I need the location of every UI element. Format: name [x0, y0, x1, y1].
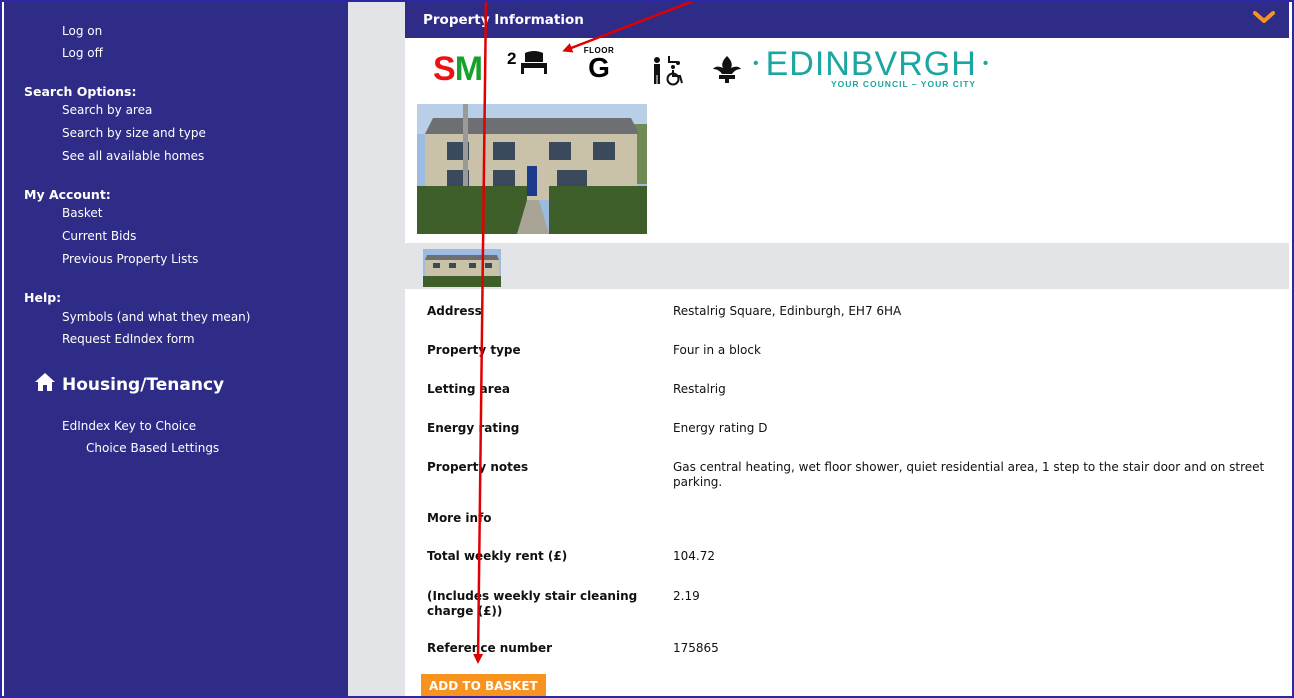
housing-tenancy-label: Housing/Tenancy — [62, 374, 225, 395]
detail-value-reference-number: 175865 — [673, 641, 719, 655]
current-bids-link[interactable]: Current Bids — [62, 229, 136, 243]
chevron-down-icon[interactable] — [1253, 10, 1275, 29]
home-icon — [34, 372, 56, 397]
log-off-link[interactable]: Log off — [62, 46, 103, 60]
previous-lists-link[interactable]: Previous Property Lists — [62, 252, 198, 266]
bedroom-count: 2 — [507, 49, 517, 68]
floor-value: G — [588, 52, 610, 83]
brand-name: EDINBVRGH — [765, 45, 977, 83]
property-photo[interactable] — [417, 104, 647, 234]
detail-label-more-info[interactable]: More info — [427, 511, 492, 526]
detail-label-letting-area: Letting area — [427, 382, 510, 396]
my-account-heading: My Account: — [24, 187, 111, 202]
choice-based-lettings-link[interactable]: Choice Based Lettings — [86, 441, 219, 455]
basket-link[interactable]: Basket — [62, 206, 102, 220]
detail-value-address: Restalrig Square, Edinburgh, EH7 6HA — [673, 304, 902, 318]
search-options-heading: Search Options: — [24, 84, 137, 99]
floor-symbol: FLOOR G — [577, 46, 621, 83]
panel-title: Property Information — [423, 12, 584, 28]
detail-label-energy-rating: Energy rating — [427, 421, 520, 435]
help-heading: Help: — [24, 290, 62, 305]
sm-symbol: SM — [433, 50, 483, 89]
panel-header[interactable]: Property Information — [405, 0, 1289, 38]
detail-label-stair-cleaning: (Includes weekly stair cleaning charge (… — [427, 589, 638, 618]
detail-value-weekly-rent: 104.72 — [673, 549, 715, 563]
detail-label-address: Address — [427, 304, 482, 318]
logo-dot-left: • — [753, 55, 760, 72]
property-symbols: SM 2 FLOOR G • EDINBVRGH • YOUR COUNCIL … — [425, 44, 1285, 94]
add-to-basket-button[interactable]: ADD TO BASKET — [421, 674, 546, 698]
thistle-icon — [711, 54, 743, 88]
accessible-shower-icon — [651, 54, 691, 90]
housing-tenancy-heading[interactable]: Housing/Tenancy — [34, 372, 224, 397]
search-by-area-link[interactable]: Search by area — [62, 103, 152, 117]
edindex-key-link[interactable]: EdIndex Key to Choice — [62, 419, 196, 433]
property-thumbnail[interactable] — [423, 249, 501, 287]
symbols-link[interactable]: Symbols (and what they mean) — [62, 310, 250, 324]
log-on-link[interactable]: Log on — [62, 24, 102, 38]
detail-label-reference-number: Reference number — [427, 641, 553, 655]
detail-label-weekly-rent: Total weekly rent (£) — [427, 549, 568, 563]
detail-label-property-notes: Property notes — [427, 460, 529, 474]
thumbnail-strip — [405, 243, 1289, 289]
property-panel: Property Information SM 2 FLOOR G • EDIN… — [405, 0, 1289, 698]
detail-value-property-notes: Gas central heating, wet floor shower, q… — [673, 460, 1265, 489]
sm-symbol-s: S — [433, 50, 456, 88]
detail-value-property-type: Four in a block — [673, 343, 761, 357]
edinburgh-council-logo: • EDINBVRGH • YOUR COUNCIL – YOUR CITY — [753, 46, 989, 89]
detail-value-letting-area: Restalrig — [673, 382, 726, 396]
search-by-size-link[interactable]: Search by size and type — [62, 126, 206, 140]
request-edindex-link[interactable]: Request EdIndex form — [62, 332, 195, 346]
bed-icon — [519, 50, 549, 80]
detail-value-energy-rating: Energy rating D — [673, 421, 768, 435]
logo-dot-right: • — [982, 55, 990, 72]
sm-symbol-m: M — [454, 50, 483, 88]
detail-label-property-type: Property type — [427, 343, 521, 357]
detail-value-stair-cleaning: 2.19 — [673, 589, 700, 603]
content-gutter — [348, 0, 405, 698]
brand-tagline: YOUR COUNCIL – YOUR CITY — [831, 79, 977, 89]
bedrooms-symbol: 2 — [507, 49, 549, 80]
see-all-homes-link[interactable]: See all available homes — [62, 149, 204, 163]
sidebar: Log on Log off Search Options: Search by… — [4, 0, 348, 698]
